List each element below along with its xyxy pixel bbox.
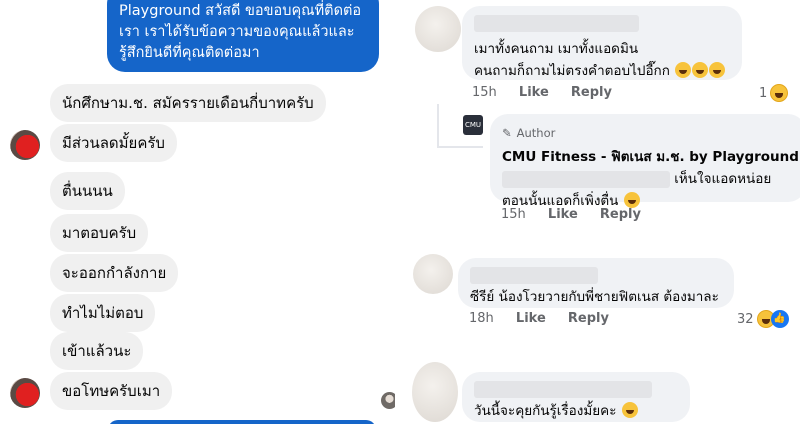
sender-avatar[interactable] bbox=[10, 130, 40, 160]
like-button[interactable]: Like bbox=[548, 207, 578, 222]
blurred-name bbox=[474, 14, 639, 32]
comment-time: 15h bbox=[472, 85, 497, 100]
commenter-avatar[interactable] bbox=[413, 254, 453, 294]
pencil-icon: ✎ bbox=[502, 126, 512, 140]
reaction-number: 1 bbox=[759, 85, 768, 101]
comment-bubble: ซีรีย์ น้องโวยวายกับพี่ชายฟิตเนส ต้องมาล… bbox=[458, 258, 734, 308]
reaction-count[interactable]: 32 👍 bbox=[737, 310, 789, 328]
like-reaction-icon: 👍 bbox=[770, 310, 789, 328]
blurred-name bbox=[474, 380, 652, 398]
comments-section: เมาทั้งคนถาม เมาทั้งแอดมิน คนถามก็ถามไม่… bbox=[400, 0, 800, 424]
comment-text: เห็นใจแอดหน่อย bbox=[674, 171, 772, 187]
comment-time: 18h bbox=[469, 311, 494, 326]
reaction-count[interactable]: 1 bbox=[759, 84, 789, 102]
incoming-message[interactable]: ทำไมไม่ตอบ bbox=[50, 294, 156, 332]
author-name[interactable]: CMU Fitness - ฟิตเนส ม.ช. by Playground bbox=[502, 146, 799, 168]
laughing-emoji-icon bbox=[709, 62, 726, 78]
comment-meta: 18h Like Reply bbox=[469, 311, 627, 326]
comment-meta: 15h Like Reply bbox=[501, 207, 659, 222]
like-button[interactable]: Like bbox=[516, 311, 546, 326]
incoming-message[interactable]: ตื่นนนน bbox=[50, 172, 125, 210]
thread-line bbox=[437, 104, 439, 148]
sweat-emoji-icon bbox=[623, 192, 640, 208]
incoming-message[interactable]: มาตอบครับ bbox=[50, 214, 149, 252]
outgoing-message-bubble-partial[interactable] bbox=[108, 420, 376, 424]
reply-button[interactable]: Reply bbox=[571, 85, 612, 100]
incoming-message[interactable]: ขอโทษครับเมา bbox=[50, 372, 173, 410]
incoming-message[interactable]: จะออกกำลังกาย bbox=[50, 254, 179, 292]
laughing-emoji-icon bbox=[621, 402, 638, 418]
outgoing-line: Playground สวัสดี ขอขอบคุณที่ติดต่อ bbox=[119, 3, 362, 19]
incoming-message[interactable]: เข้าแล้วนะ bbox=[50, 332, 144, 370]
sender-avatar[interactable] bbox=[10, 378, 40, 408]
author-reply-bubble: ✎ Author CMU Fitness - ฟิตเนส ม.ช. by Pl… bbox=[490, 114, 800, 209]
comment-bubble: วันนี้จะคุยกันรู้เรื่องมั้ยคะ bbox=[462, 372, 690, 422]
blurred-mention bbox=[502, 170, 670, 188]
haha-reaction-icon bbox=[770, 84, 789, 102]
outgoing-line: เรา เราได้รับข้อความของคุณแล้วและ bbox=[119, 24, 355, 40]
author-badge-label: Author bbox=[516, 126, 556, 140]
laughing-emoji-icon bbox=[692, 62, 709, 78]
incoming-message[interactable]: นักศึกษาม.ช. สมัครรายเดือนกี่บาทครับ bbox=[50, 84, 326, 122]
comment-text: คนถามก็ถามไม่ตรงคำตอบไปอี๊กก bbox=[474, 63, 670, 79]
reply-button[interactable]: Reply bbox=[568, 311, 609, 326]
seen-indicator-avatar bbox=[381, 392, 395, 409]
comment-bubble: เมาทั้งคนถาม เมาทั้งแอดมิน คนถามก็ถามไม่… bbox=[462, 6, 742, 80]
incoming-message[interactable]: มีส่วนลดมั้ยครับ bbox=[50, 124, 177, 162]
outgoing-line: รู้สึกยินดีที่คุณติดต่อมา bbox=[119, 45, 260, 61]
comment-text: วันนี้จะคุยกันรู้เรื่องมั้ยคะ bbox=[474, 403, 617, 419]
outgoing-message-bubble[interactable]: Playground สวัสดี ขอขอบคุณที่ติดต่อ เรา … bbox=[107, 0, 379, 72]
commenter-avatar[interactable] bbox=[412, 362, 458, 422]
comment-time: 15h bbox=[501, 207, 526, 222]
like-button[interactable]: Like bbox=[519, 85, 549, 100]
reaction-number: 32 bbox=[737, 311, 754, 327]
comment-text: ซีรีย์ น้องโวยวายกับพี่ชายฟิตเนส ต้องมาล… bbox=[470, 289, 719, 305]
comment-meta: 15h Like Reply bbox=[472, 85, 630, 100]
reply-button[interactable]: Reply bbox=[600, 207, 641, 222]
blurred-name bbox=[470, 266, 598, 284]
comment-text: เมาทั้งคนถาม เมาทั้งแอดมิน bbox=[474, 41, 639, 57]
page-logo-icon[interactable]: CMU bbox=[463, 115, 483, 135]
author-badge: ✎ Author bbox=[502, 122, 794, 144]
commenter-avatar[interactable] bbox=[415, 6, 461, 52]
laughing-emoji-icon bbox=[675, 62, 692, 78]
thread-line bbox=[437, 146, 483, 148]
messenger-chat: Playground สวัสดี ขอขอบคุณที่ติดต่อ เรา … bbox=[0, 0, 395, 424]
